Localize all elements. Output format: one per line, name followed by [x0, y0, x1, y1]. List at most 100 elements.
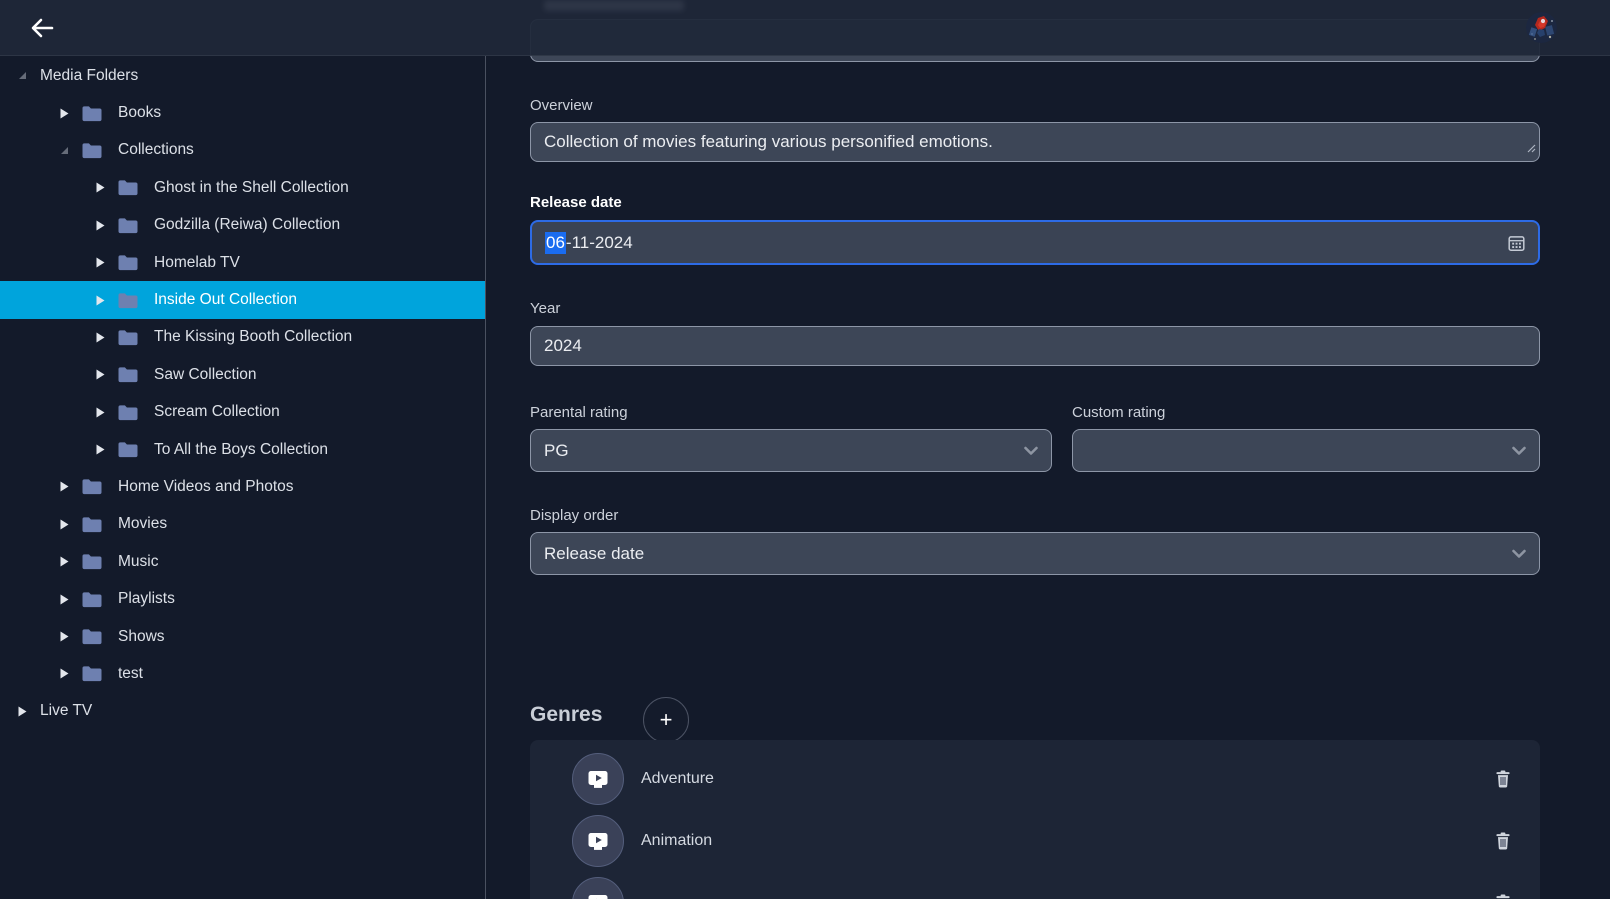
tree-item-playlists[interactable]: Playlists	[0, 580, 485, 617]
chevron-down-icon	[1512, 446, 1526, 455]
media-folder-tree: Media Folders Books Collections Ghost in…	[0, 56, 486, 899]
chevron-down-icon	[1024, 446, 1038, 455]
tree-item-label: The Kissing Booth Collection	[154, 328, 352, 346]
parental-rating-label: Parental rating	[530, 404, 628, 421]
folder-icon	[117, 404, 139, 421]
custom-rating-select[interactable]	[1072, 429, 1540, 472]
parental-rating-value: PG	[544, 441, 569, 461]
folder-icon	[117, 329, 139, 346]
caret-icon[interactable]	[92, 332, 108, 343]
folder-icon	[81, 105, 103, 122]
add-genre-button[interactable]: +	[643, 697, 689, 743]
tree-item-label: Saw Collection	[154, 366, 257, 384]
caret-icon[interactable]	[92, 444, 108, 455]
caret-icon[interactable]	[56, 519, 72, 530]
tree-item-godzilla-reiwa-collection[interactable]: Godzilla (Reiwa) Collection	[0, 207, 485, 244]
caret-icon[interactable]	[92, 407, 108, 418]
tree-item-label: Live TV	[40, 702, 92, 720]
back-arrow-icon	[30, 18, 54, 38]
caret-icon[interactable]	[92, 257, 108, 268]
tree-item-to-all-the-boys-collection[interactable]: To All the Boys Collection	[0, 431, 485, 468]
tree-item-label: Media Folders	[40, 67, 138, 85]
tree-item-label: Home Videos and Photos	[118, 478, 294, 496]
tree-item-movies[interactable]: Movies	[0, 506, 485, 543]
caret-icon[interactable]	[56, 556, 72, 567]
tree-item-music[interactable]: Music	[0, 543, 485, 580]
genre-name: Animation	[641, 832, 712, 850]
tree-item-the-kissing-booth-collection[interactable]: The Kissing Booth Collection	[0, 319, 485, 356]
caret-icon[interactable]	[56, 481, 72, 492]
caret-icon[interactable]	[14, 71, 30, 80]
plus-icon: +	[660, 709, 673, 731]
genre-avatar	[572, 753, 624, 805]
trash-icon	[1496, 895, 1510, 899]
tree-item-inside-out-collection[interactable]: Inside Out Collection	[0, 281, 485, 318]
caret-icon[interactable]	[92, 295, 108, 306]
tree-item-label: Music	[118, 553, 158, 571]
tree-item-home-videos-and-photos[interactable]: Home Videos and Photos	[0, 468, 485, 505]
date-day-segment-selected: 06	[545, 232, 566, 254]
delete-genre-button[interactable]	[1494, 893, 1512, 899]
tree-item-shows[interactable]: Shows	[0, 618, 485, 655]
tree-item-label: Homelab TV	[154, 254, 240, 272]
tree-item-scream-collection[interactable]: Scream Collection	[0, 394, 485, 431]
caret-icon[interactable]	[56, 108, 72, 119]
display-order-label: Display order	[530, 507, 618, 524]
delete-genre-button[interactable]	[1494, 831, 1512, 852]
caret-icon[interactable]	[14, 706, 30, 717]
folder-icon	[81, 553, 103, 570]
caret-icon[interactable]	[56, 631, 72, 642]
tree-item-label: Movies	[118, 515, 167, 533]
caret-icon[interactable]	[92, 220, 108, 231]
user-avatar[interactable]	[1526, 12, 1557, 43]
tree-item-ghost-in-the-shell-collection[interactable]: Ghost in the Shell Collection	[0, 169, 485, 206]
folder-icon	[117, 217, 139, 234]
year-input[interactable]: 2024	[530, 326, 1540, 366]
tree-item-test[interactable]: test	[0, 655, 485, 692]
caret-icon[interactable]	[56, 594, 72, 605]
video-icon	[586, 892, 610, 899]
caret-icon[interactable]	[92, 182, 108, 193]
folder-icon	[81, 516, 103, 533]
tree-item-saw-collection[interactable]: Saw Collection	[0, 356, 485, 393]
app-header	[0, 0, 1610, 56]
trash-icon	[1496, 771, 1510, 788]
release-date-input[interactable]: 06-11-2024	[530, 220, 1540, 265]
caret-icon[interactable]	[56, 146, 72, 155]
tree-item-collections[interactable]: Collections	[0, 132, 485, 169]
calendar-icon[interactable]	[1508, 234, 1525, 251]
overview-textarea[interactable]: Collection of movies featuring various p…	[530, 122, 1540, 162]
display-order-select[interactable]: Release date	[530, 532, 1540, 575]
delete-genre-button[interactable]	[1494, 769, 1512, 790]
tree-item-label: Shows	[118, 628, 165, 646]
tree-item-live-tv[interactable]: Live TV	[0, 693, 485, 730]
caret-icon[interactable]	[92, 369, 108, 380]
obscured-scrolled-content	[544, 0, 684, 11]
resize-handle[interactable]	[1527, 138, 1536, 158]
genre-row-animation: Animation	[530, 810, 1540, 872]
folder-icon	[81, 142, 103, 159]
folder-icon	[117, 292, 139, 309]
genres-list: Adventure	[530, 740, 1540, 899]
tree-item-label: To All the Boys Collection	[154, 441, 328, 459]
tree-item-books[interactable]: Books	[0, 94, 485, 131]
year-label: Year	[530, 300, 560, 317]
caret-icon[interactable]	[56, 668, 72, 679]
tree-item-label: test	[118, 665, 143, 683]
custom-rating-label: Custom rating	[1072, 404, 1165, 421]
folder-icon	[81, 665, 103, 682]
tree-item-label: Books	[118, 104, 161, 122]
genre-row-adventure: Adventure	[530, 748, 1540, 810]
folder-icon	[81, 478, 103, 495]
date-rest-segment: -11-2024	[566, 233, 633, 253]
tree-item-homelab-tv[interactable]: Homelab TV	[0, 244, 485, 281]
tree-item-media-folders[interactable]: Media Folders	[0, 57, 485, 94]
trash-icon	[1496, 833, 1510, 850]
tree-item-label: Collections	[118, 141, 194, 159]
metadata-editor-panel: Overview Collection of movies featuring …	[487, 0, 1610, 899]
folder-icon	[81, 591, 103, 608]
back-button[interactable]	[26, 13, 58, 43]
parental-rating-select[interactable]: PG	[530, 429, 1052, 472]
genre-avatar	[572, 877, 624, 899]
chevron-down-icon	[1512, 549, 1526, 558]
